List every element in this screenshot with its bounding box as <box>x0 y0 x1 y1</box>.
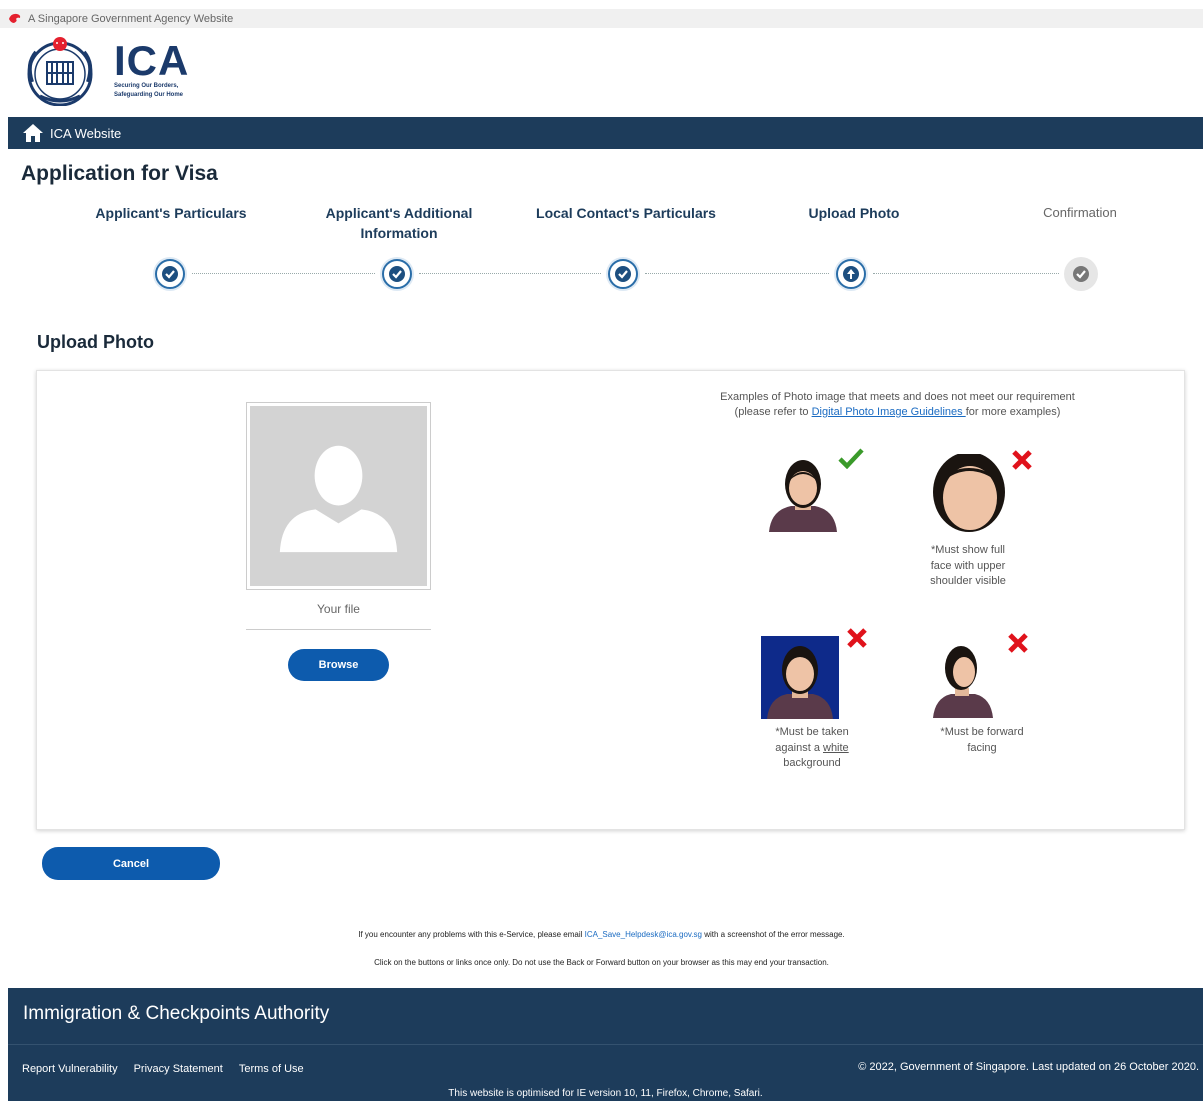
photo-preview <box>246 402 431 590</box>
step-connector <box>645 273 829 274</box>
step-label-local-contact: Local Contact's Particulars <box>516 203 736 223</box>
example-photo-too-close <box>932 454 1007 532</box>
home-icon[interactable] <box>22 123 44 143</box>
caption-line: shoulder visible <box>930 575 1006 587</box>
caption-line: facing <box>967 741 997 754</box>
example-caption-forward-facing: *Must be forward facing <box>926 725 1038 756</box>
cross-mark-icon <box>1008 633 1028 653</box>
step-pending-icon <box>1064 257 1098 291</box>
photo-preview-area <box>250 406 427 586</box>
step-label-additional-information: Applicant's Additional Information <box>300 203 498 243</box>
caption-emphasis: white <box>823 741 849 754</box>
examples-intro-line1: Examples of Photo image that meets and d… <box>720 391 1075 403</box>
step-label-confirmation: Confirmation <box>1010 203 1150 223</box>
ica-crest-logo <box>27 37 93 106</box>
cancel-button[interactable]: Cancel <box>42 847 220 880</box>
helpdesk-note: If you encounter any problems with this … <box>0 930 1203 939</box>
click-once-note: Click on the buttons or links once only.… <box>374 958 829 967</box>
caption-line: against a white <box>760 741 864 757</box>
ica-tagline-2: Safeguarding Our Home <box>114 92 184 98</box>
step-label-applicants-particulars: Applicant's Particulars <box>80 203 262 223</box>
caption-line: *Must be taken <box>775 726 849 738</box>
caption-line: *Must be forward <box>940 726 1024 738</box>
example-photo-side-facing <box>931 640 994 718</box>
helpdesk-note-suffix: with a screenshot of the error message. <box>701 930 845 939</box>
step-label-upload-photo: Upload Photo <box>774 203 934 223</box>
example-photo-correct <box>761 450 845 532</box>
gov-agency-bar: A Singapore Government Agency Website <box>0 9 1203 28</box>
footer-links: Report Vulnerability Privacy Statement T… <box>22 1063 304 1075</box>
digital-photo-guidelines-link[interactable]: Digital Photo Image Guidelines <box>812 406 966 418</box>
ica-tagline-1: Securing Our Borders, <box>114 83 179 89</box>
cross-mark-icon <box>847 628 867 648</box>
ica-website-link[interactable]: ICA Website <box>50 126 121 141</box>
caption-line: *Must show full <box>931 544 1005 556</box>
browse-button[interactable]: Browse <box>288 649 389 681</box>
helpdesk-note-prefix: If you encounter any problems with this … <box>358 930 585 939</box>
browser-optimised-note: This website is optimised for IE version… <box>448 1088 763 1099</box>
privacy-statement-link[interactable]: Privacy Statement <box>134 1063 223 1075</box>
step-check-icon <box>380 257 414 291</box>
section-title: Upload Photo <box>37 332 154 352</box>
examples-intro-suffix: for more examples) <box>965 406 1061 418</box>
file-underline <box>246 629 431 630</box>
your-file-label: Your file <box>317 602 360 616</box>
report-vulnerability-link[interactable]: Report Vulnerability <box>22 1063 118 1075</box>
step-connector <box>192 273 375 274</box>
terms-of-use-link[interactable]: Terms of Use <box>239 1063 304 1075</box>
caption-line: background <box>783 757 841 769</box>
examples-intro: Examples of Photo image that meets and d… <box>690 390 1105 420</box>
examples-intro-line2: (please refer to Digital Photo Image Gui… <box>690 405 1105 420</box>
caption-text: against a <box>775 741 823 754</box>
step-connector <box>419 273 601 274</box>
ica-wordmark: ICA Securing Our Borders, Safeguarding O… <box>114 37 190 99</box>
step-label-text-2: Information <box>360 225 438 241</box>
step-label-text: Local Contact's Particulars <box>536 205 716 221</box>
footer-title: Immigration & Checkpoints Authority <box>23 1003 330 1024</box>
gov-agency-text: A Singapore Government Agency Website <box>28 12 234 25</box>
step-label-text: Applicant's Additional <box>325 205 473 221</box>
example-photo-blue-background <box>761 636 839 719</box>
step-connector <box>873 273 1059 274</box>
page-title: Application for Visa <box>21 162 218 185</box>
step-check-icon <box>606 257 640 291</box>
helpdesk-email-link[interactable]: ICA_Save_Helpdesk@ica.gov.sg <box>585 930 702 939</box>
footer-divider <box>8 1044 1203 1045</box>
ica-logo-text: ICA <box>114 37 190 84</box>
avatar-placeholder-icon <box>279 445 398 553</box>
caption-line: face with upper <box>930 559 1006 572</box>
step-label-text: Upload Photo <box>808 205 900 221</box>
step-label-text: Applicant's Particulars <box>95 205 247 221</box>
ica-logo[interactable]: ICA Securing Our Borders, Safeguarding O… <box>20 34 189 106</box>
step-label-text: Confirmation <box>1043 205 1117 220</box>
step-check-icon <box>153 257 187 291</box>
examples-intro-prefix: (please refer to <box>734 406 812 418</box>
site-footer: Immigration & Checkpoints Authority Repo… <box>8 988 1203 1101</box>
top-nav-bar: ICA Website <box>8 117 1203 149</box>
example-caption-full-face: *Must show full face with upper shoulder… <box>916 543 1020 590</box>
upload-photo-card <box>36 370 1185 830</box>
cross-mark-icon <box>1012 450 1032 470</box>
check-mark-icon <box>838 448 864 469</box>
footer-copyright: © 2022, Government of Singapore. Last up… <box>858 1061 1199 1073</box>
lion-head-icon <box>9 13 21 23</box>
example-caption-white-background: *Must be taken against a white backgroun… <box>760 725 864 772</box>
step-upload-icon <box>834 257 868 291</box>
